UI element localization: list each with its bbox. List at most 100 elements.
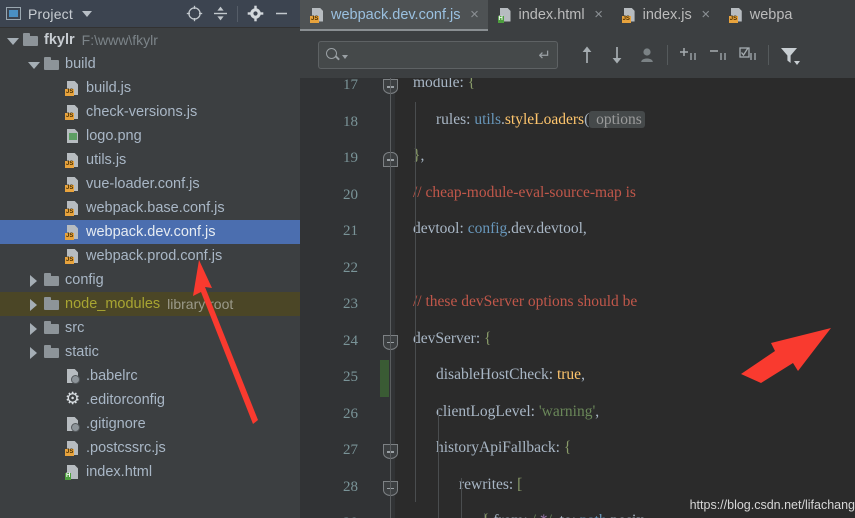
code-line-23[interactable]: // these devServer options should be: [413, 293, 637, 311]
collapse-all-button[interactable]: [703, 40, 733, 70]
tree-item-label: webpack.dev.conf.js: [86, 224, 216, 240]
folder-icon: [43, 344, 60, 360]
editor-toolbar: ↵: [300, 31, 855, 78]
code-line-25[interactable]: disableHostCheck: true,: [436, 366, 585, 384]
filter-button[interactable]: [774, 40, 804, 70]
editor-tab-webpack-dev-conf-js[interactable]: JS webpack.dev.conf.js ×: [300, 0, 488, 31]
js-file-icon: JS: [64, 152, 81, 168]
tree-item-static[interactable]: static: [0, 340, 300, 364]
tree-item-src[interactable]: src: [0, 316, 300, 340]
line-number: 17: [343, 78, 358, 93]
tree-item-config[interactable]: config: [0, 268, 300, 292]
editor-gutter[interactable]: 17181920212223242526272829: [300, 78, 398, 518]
changed-line-marker[interactable]: [380, 360, 389, 397]
tree-item-postcssrc-js[interactable]: JS .postcssrc.js: [0, 436, 300, 460]
code-line-21[interactable]: devtool: config.dev.devtool,: [413, 220, 587, 238]
collapse-arrow-icon[interactable]: [27, 274, 40, 287]
code-line-17[interactable]: module: {: [413, 78, 475, 92]
prev-occurrence-button[interactable]: [572, 40, 602, 70]
js-file-icon: JS: [64, 176, 81, 192]
expand-arrow-icon[interactable]: [6, 34, 19, 47]
collapse-arrow-icon[interactable]: [27, 322, 40, 335]
tree-item-webpack-prod-conf-js[interactable]: JS webpack.prod.conf.js: [0, 244, 300, 268]
show-usages-button[interactable]: [632, 40, 662, 70]
folder-icon: [22, 32, 39, 48]
tree-item-label: src: [65, 320, 85, 336]
close-icon[interactable]: ×: [593, 7, 605, 22]
editor-tab-webpa[interactable]: JS webpa: [719, 0, 800, 31]
html-file-icon: H: [64, 464, 81, 480]
code-line-24[interactable]: devServer: {: [413, 330, 491, 348]
html-file-icon: H: [497, 7, 514, 23]
watermark-text: https://blog.csdn.net/lifachang: [689, 498, 855, 512]
chevron-down-icon[interactable]: [81, 10, 92, 17]
tree-item-index-html[interactable]: Hindex.html: [0, 460, 300, 484]
ignored-file-icon: [64, 416, 81, 432]
editor-tab-index-html[interactable]: Hindex.html ×: [488, 0, 612, 31]
code-line-29[interactable]: { from: /.*/, to: path.posix: [482, 512, 644, 518]
tree-item-build-js[interactable]: JS build.js: [0, 76, 300, 100]
tree-item-node-modules[interactable]: node_modules library root: [0, 292, 300, 316]
tree-item-babelrc[interactable]: .babelrc: [0, 364, 300, 388]
select-all-button[interactable]: [733, 40, 763, 70]
tree-item-fkylr[interactable]: fkylr F:\www\fkylr: [0, 28, 300, 52]
tree-item-sublabel: library root: [167, 296, 234, 312]
code-line-20[interactable]: // cheap-module-eval-source-map is: [413, 184, 640, 202]
tree-item-webpack-base-conf-js[interactable]: JS webpack.base.conf.js: [0, 196, 300, 220]
close-icon[interactable]: ×: [469, 7, 481, 22]
code-line-28[interactable]: rewrites: [: [459, 476, 522, 494]
search-return-icon[interactable]: ↵: [538, 46, 551, 64]
tree-item-label: .editorconfig: [86, 392, 165, 408]
tree-item-label: index.html: [86, 464, 153, 480]
tree-item-utils-js[interactable]: JS utils.js: [0, 148, 300, 172]
search-input[interactable]: ↵: [318, 40, 558, 69]
editor-tab-label: webpack.dev.conf.js: [331, 6, 461, 23]
collapse-arrow-icon[interactable]: [27, 298, 40, 311]
indent-guide: [415, 102, 416, 502]
code-editor[interactable]: 17181920212223242526272829 module: {rule…: [300, 78, 855, 518]
line-number: 18: [343, 113, 358, 130]
arrow-placeholder: [48, 106, 61, 119]
collapse-arrow-icon[interactable]: [27, 346, 40, 359]
collapse-all-icon[interactable]: [207, 2, 233, 26]
editor-tab-label: index.html: [518, 6, 585, 23]
js-file-icon: JS: [728, 7, 745, 23]
js-file-icon: JS: [309, 7, 326, 23]
editor-tab-index-js[interactable]: JS index.js ×: [612, 0, 719, 31]
tree-item-label: webpack.prod.conf.js: [86, 248, 223, 264]
tree-item-vue-loader-conf-js[interactable]: JS vue-loader.conf.js: [0, 172, 300, 196]
editor-tab-bar[interactable]: JS webpack.dev.conf.js × Hindex.html × JS inde…: [300, 0, 855, 31]
tree-item-editorconfig[interactable]: .editorconfig: [0, 388, 300, 412]
search-options-chevron-icon[interactable]: [342, 54, 348, 59]
tree-item-sublabel: F:\www\fkylr: [81, 32, 158, 48]
js-file-icon: JS: [64, 248, 81, 264]
code-line-27[interactable]: historyApiFallback: {: [436, 439, 571, 457]
tree-item-gitignore[interactable]: .gitignore: [0, 412, 300, 436]
next-occurrence-button[interactable]: [602, 40, 632, 70]
expand-arrow-icon[interactable]: [27, 58, 40, 71]
project-panel-title: Project: [28, 5, 73, 22]
code-line-26[interactable]: clientLogLevel: 'warning',: [436, 403, 599, 421]
expand-all-button[interactable]: [673, 40, 703, 70]
tree-item-label: logo.png: [86, 128, 142, 144]
tree-item-check-versions-js[interactable]: JS check-versions.js: [0, 100, 300, 124]
project-panel-header: Project: [0, 0, 300, 28]
tree-item-build[interactable]: build: [0, 52, 300, 76]
project-tree[interactable]: fkylr F:\www\fkylr build JS build.js JS check-…: [0, 28, 300, 518]
tree-item-label: .babelrc: [86, 368, 138, 384]
hide-panel-icon[interactable]: [268, 2, 294, 26]
close-icon[interactable]: ×: [700, 7, 712, 22]
folder-icon: [43, 56, 60, 72]
project-panel: Project fkylr F:\www\fkylr build JS buil…: [0, 0, 300, 518]
tree-item-webpack-dev-conf-js[interactable]: JS webpack.dev.conf.js: [0, 220, 300, 244]
locate-icon[interactable]: [181, 2, 207, 26]
code-content[interactable]: module: { rules: utils.styleLoaders( opti…: [395, 78, 855, 518]
js-file-icon: JS: [64, 200, 81, 216]
settings-gear-icon[interactable]: [242, 2, 268, 26]
arrow-placeholder: [48, 130, 61, 143]
tree-item-logo-png[interactable]: logo.png: [0, 124, 300, 148]
code-line-18[interactable]: rules: utils.styleLoaders( options: [436, 110, 645, 129]
editor-tab-label: index.js: [642, 6, 692, 23]
toolbar-divider: [768, 44, 769, 65]
toolbar-divider: [667, 44, 668, 65]
